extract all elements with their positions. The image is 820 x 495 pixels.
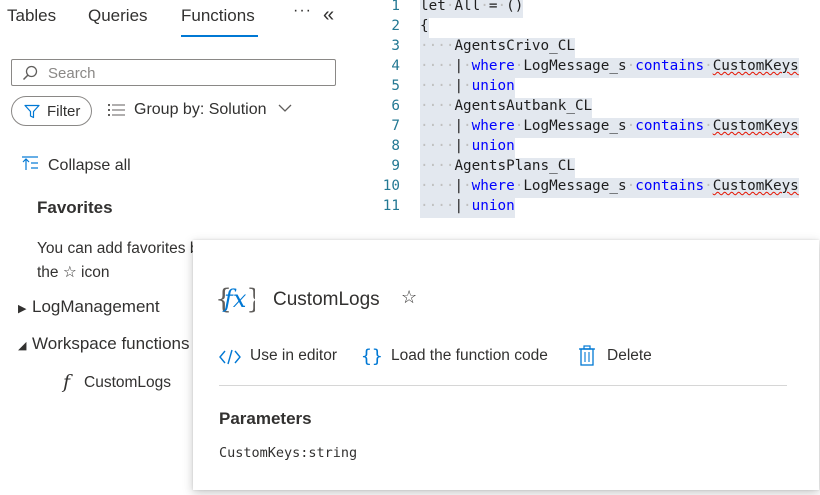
- parameter-value: CustomKeys:string: [219, 445, 358, 461]
- function-item-label: CustomLogs: [84, 374, 172, 391]
- code-line[interactable]: 9 ····AgentsPlans_CL: [352, 158, 820, 178]
- code-line[interactable]: 5 ····|·union: [352, 78, 820, 98]
- line-number: 9: [391, 158, 400, 174]
- line-number: 2: [391, 18, 400, 34]
- code-line[interactable]: 8 ····|·union: [352, 138, 820, 158]
- search-icon: [22, 65, 38, 81]
- tree-item-label: LogManagement: [32, 297, 160, 316]
- line-number: 11: [382, 198, 400, 214]
- more-options-icon[interactable]: ···: [293, 2, 312, 20]
- collapse-all-label: Collapse all: [48, 157, 131, 174]
- code-text: let·All·=·(): [420, 0, 524, 18]
- line-number: 10: [382, 178, 400, 194]
- function-fx-icon: { fx }: [215, 284, 255, 315]
- code-text: ····AgentsAutbank_CL: [420, 98, 593, 118]
- line-number: 4: [391, 58, 400, 74]
- svg-text:}: }: [246, 284, 255, 315]
- code-text: ····|·where·LogMessage_s·contains·Custom…: [420, 58, 799, 78]
- trash-icon: [579, 345, 595, 366]
- line-number: 5: [391, 78, 400, 94]
- search-input[interactable]: Search: [11, 59, 336, 86]
- chevron-down-icon: [278, 104, 292, 112]
- line-number: 1: [391, 0, 400, 14]
- caret-right-icon: ▶: [18, 303, 27, 315]
- code-icon: [219, 349, 241, 365]
- code-line[interactable]: 6 ····AgentsAutbank_CL: [352, 98, 820, 118]
- code-line[interactable]: 4 ····|·where·LogMessage_s·contains·Custo…: [352, 58, 820, 78]
- code-line[interactable]: 3 ····AgentsCrivo_CL: [352, 38, 820, 58]
- function-details-card: { fx } CustomLogs ☆ Use in editor {} Loa…: [193, 240, 819, 490]
- search-placeholder: Search: [48, 65, 96, 82]
- active-tab-indicator: [181, 35, 258, 37]
- code-line[interactable]: 10 ····|·where·LogMessage_s·contains·Cust…: [352, 178, 820, 198]
- use-in-editor-label: Use in editor: [250, 347, 338, 364]
- delete-label: Delete: [607, 347, 652, 364]
- group-by-icon: [108, 104, 125, 116]
- tab-queries[interactable]: Queries: [88, 6, 148, 26]
- code-text: ····|·union: [420, 198, 515, 218]
- code-text: {: [420, 18, 429, 38]
- filter-button[interactable]: Filter: [11, 96, 92, 126]
- svg-text:fx: fx: [222, 285, 247, 313]
- query-editor[interactable]: 1 let·All·=·() 2{3 ····AgentsCrivo_CL 4 ····|…: [352, 0, 820, 218]
- favorites-heading: Favorites: [37, 198, 113, 217]
- function-icon: f: [63, 371, 71, 393]
- code-text: ····|·union: [420, 138, 515, 158]
- tree-item-label: Workspace functions: [32, 334, 190, 353]
- code-line[interactable]: 1 let·All·=·(): [352, 0, 820, 18]
- favorite-star-icon[interactable]: ☆: [401, 287, 417, 308]
- svg-text:{}: {}: [361, 346, 383, 367]
- line-number: 6: [391, 98, 400, 114]
- line-number: 8: [391, 138, 400, 154]
- group-by-label: Group by: Solution: [134, 101, 267, 118]
- line-number: 7: [391, 118, 400, 134]
- parameters-heading: Parameters: [219, 409, 312, 428]
- filter-label: Filter: [47, 103, 81, 120]
- code-text: ····|·where·LogMessage_s·contains·Custom…: [420, 118, 799, 138]
- code-line[interactable]: 11 ····|·union: [352, 198, 820, 218]
- code-line[interactable]: 2{: [352, 18, 820, 38]
- code-text: ····|·union: [420, 78, 515, 98]
- collapse-all-icon: [22, 156, 38, 170]
- collapse-pane-icon[interactable]: «: [323, 4, 334, 27]
- code-text: ····|·where·LogMessage_s·contains·Custom…: [420, 178, 799, 198]
- code-text: ····AgentsCrivo_CL: [420, 38, 575, 58]
- tab-tables[interactable]: Tables: [7, 6, 56, 26]
- code-text: ····AgentsPlans_CL: [420, 158, 575, 178]
- divider: [219, 385, 787, 386]
- tab-functions[interactable]: Functions: [181, 6, 255, 26]
- load-function-code-label: Load the function code: [391, 347, 548, 364]
- code-line[interactable]: 7 ····|·where·LogMessage_s·contains·Custo…: [352, 118, 820, 138]
- caret-down-icon: ◢: [18, 340, 27, 352]
- line-number: 3: [391, 38, 400, 54]
- braces-icon: {}: [361, 346, 383, 367]
- filter-icon: [24, 104, 40, 119]
- function-title: CustomLogs: [273, 289, 380, 310]
